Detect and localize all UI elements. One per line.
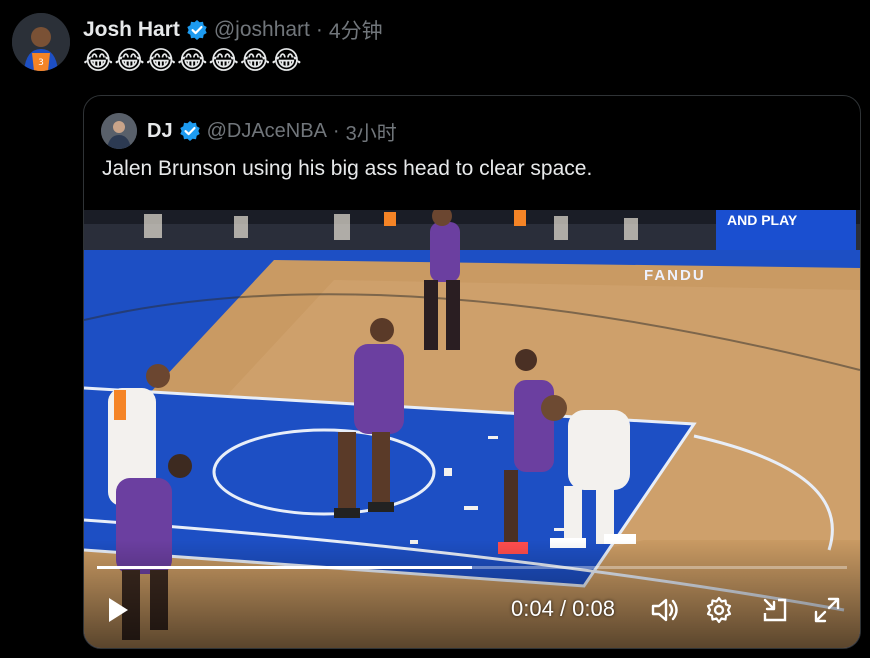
quoted-post-time[interactable]: 3小时 xyxy=(346,117,397,146)
verified-badge-icon xyxy=(186,19,208,41)
verified-badge-icon xyxy=(179,120,201,142)
duration: 0:08 xyxy=(572,596,615,621)
current-time: 0:04 xyxy=(511,596,554,621)
quoted-post-header: DJ @DJAceNBA · 3小时 xyxy=(101,113,397,149)
time-separator: / xyxy=(553,596,573,621)
author-name[interactable]: Josh Hart xyxy=(83,18,180,42)
signage-top: AND PLAY xyxy=(727,212,798,228)
meta-separator: · xyxy=(332,119,340,142)
video-time-readout: 0:04 / 0:08 xyxy=(511,596,615,622)
video-frame: AND PLAY FANDU xyxy=(84,210,860,648)
quoted-post-text: Jalen Brunson using his big ass head to … xyxy=(102,157,593,180)
meta-separator: · xyxy=(315,18,323,41)
quoted-author-name[interactable]: DJ xyxy=(147,120,173,143)
gear-icon[interactable] xyxy=(702,588,736,632)
author-handle[interactable]: @joshhart xyxy=(214,18,310,42)
quoted-author-avatar[interactable] xyxy=(101,113,137,149)
play-icon[interactable] xyxy=(102,588,134,632)
signage-side: FANDU xyxy=(644,267,706,284)
video-progress-fill xyxy=(97,566,472,569)
post-text: 😂😂😂😂😂😂😂 xyxy=(83,45,303,75)
video-progress-bar[interactable] xyxy=(97,566,847,569)
fullscreen-icon[interactable] xyxy=(810,588,844,632)
post-header: Josh Hart @joshhart · 4分钟 xyxy=(83,15,383,45)
author-avatar[interactable]: 3 xyxy=(12,13,70,71)
volume-icon[interactable] xyxy=(648,588,682,632)
quoted-post-card[interactable]: DJ @DJAceNBA · 3小时 Jalen Brunson using h… xyxy=(83,95,861,649)
video-controls: 0:04 / 0:08 xyxy=(84,588,860,638)
video-player[interactable]: AND PLAY FANDU 0:04 / 0:08 xyxy=(84,210,860,648)
post-time[interactable]: 4分钟 xyxy=(329,15,383,45)
picture-in-picture-icon[interactable] xyxy=(758,588,792,632)
quoted-author-handle[interactable]: @DJAceNBA xyxy=(207,120,327,143)
svg-text:3: 3 xyxy=(38,58,44,68)
